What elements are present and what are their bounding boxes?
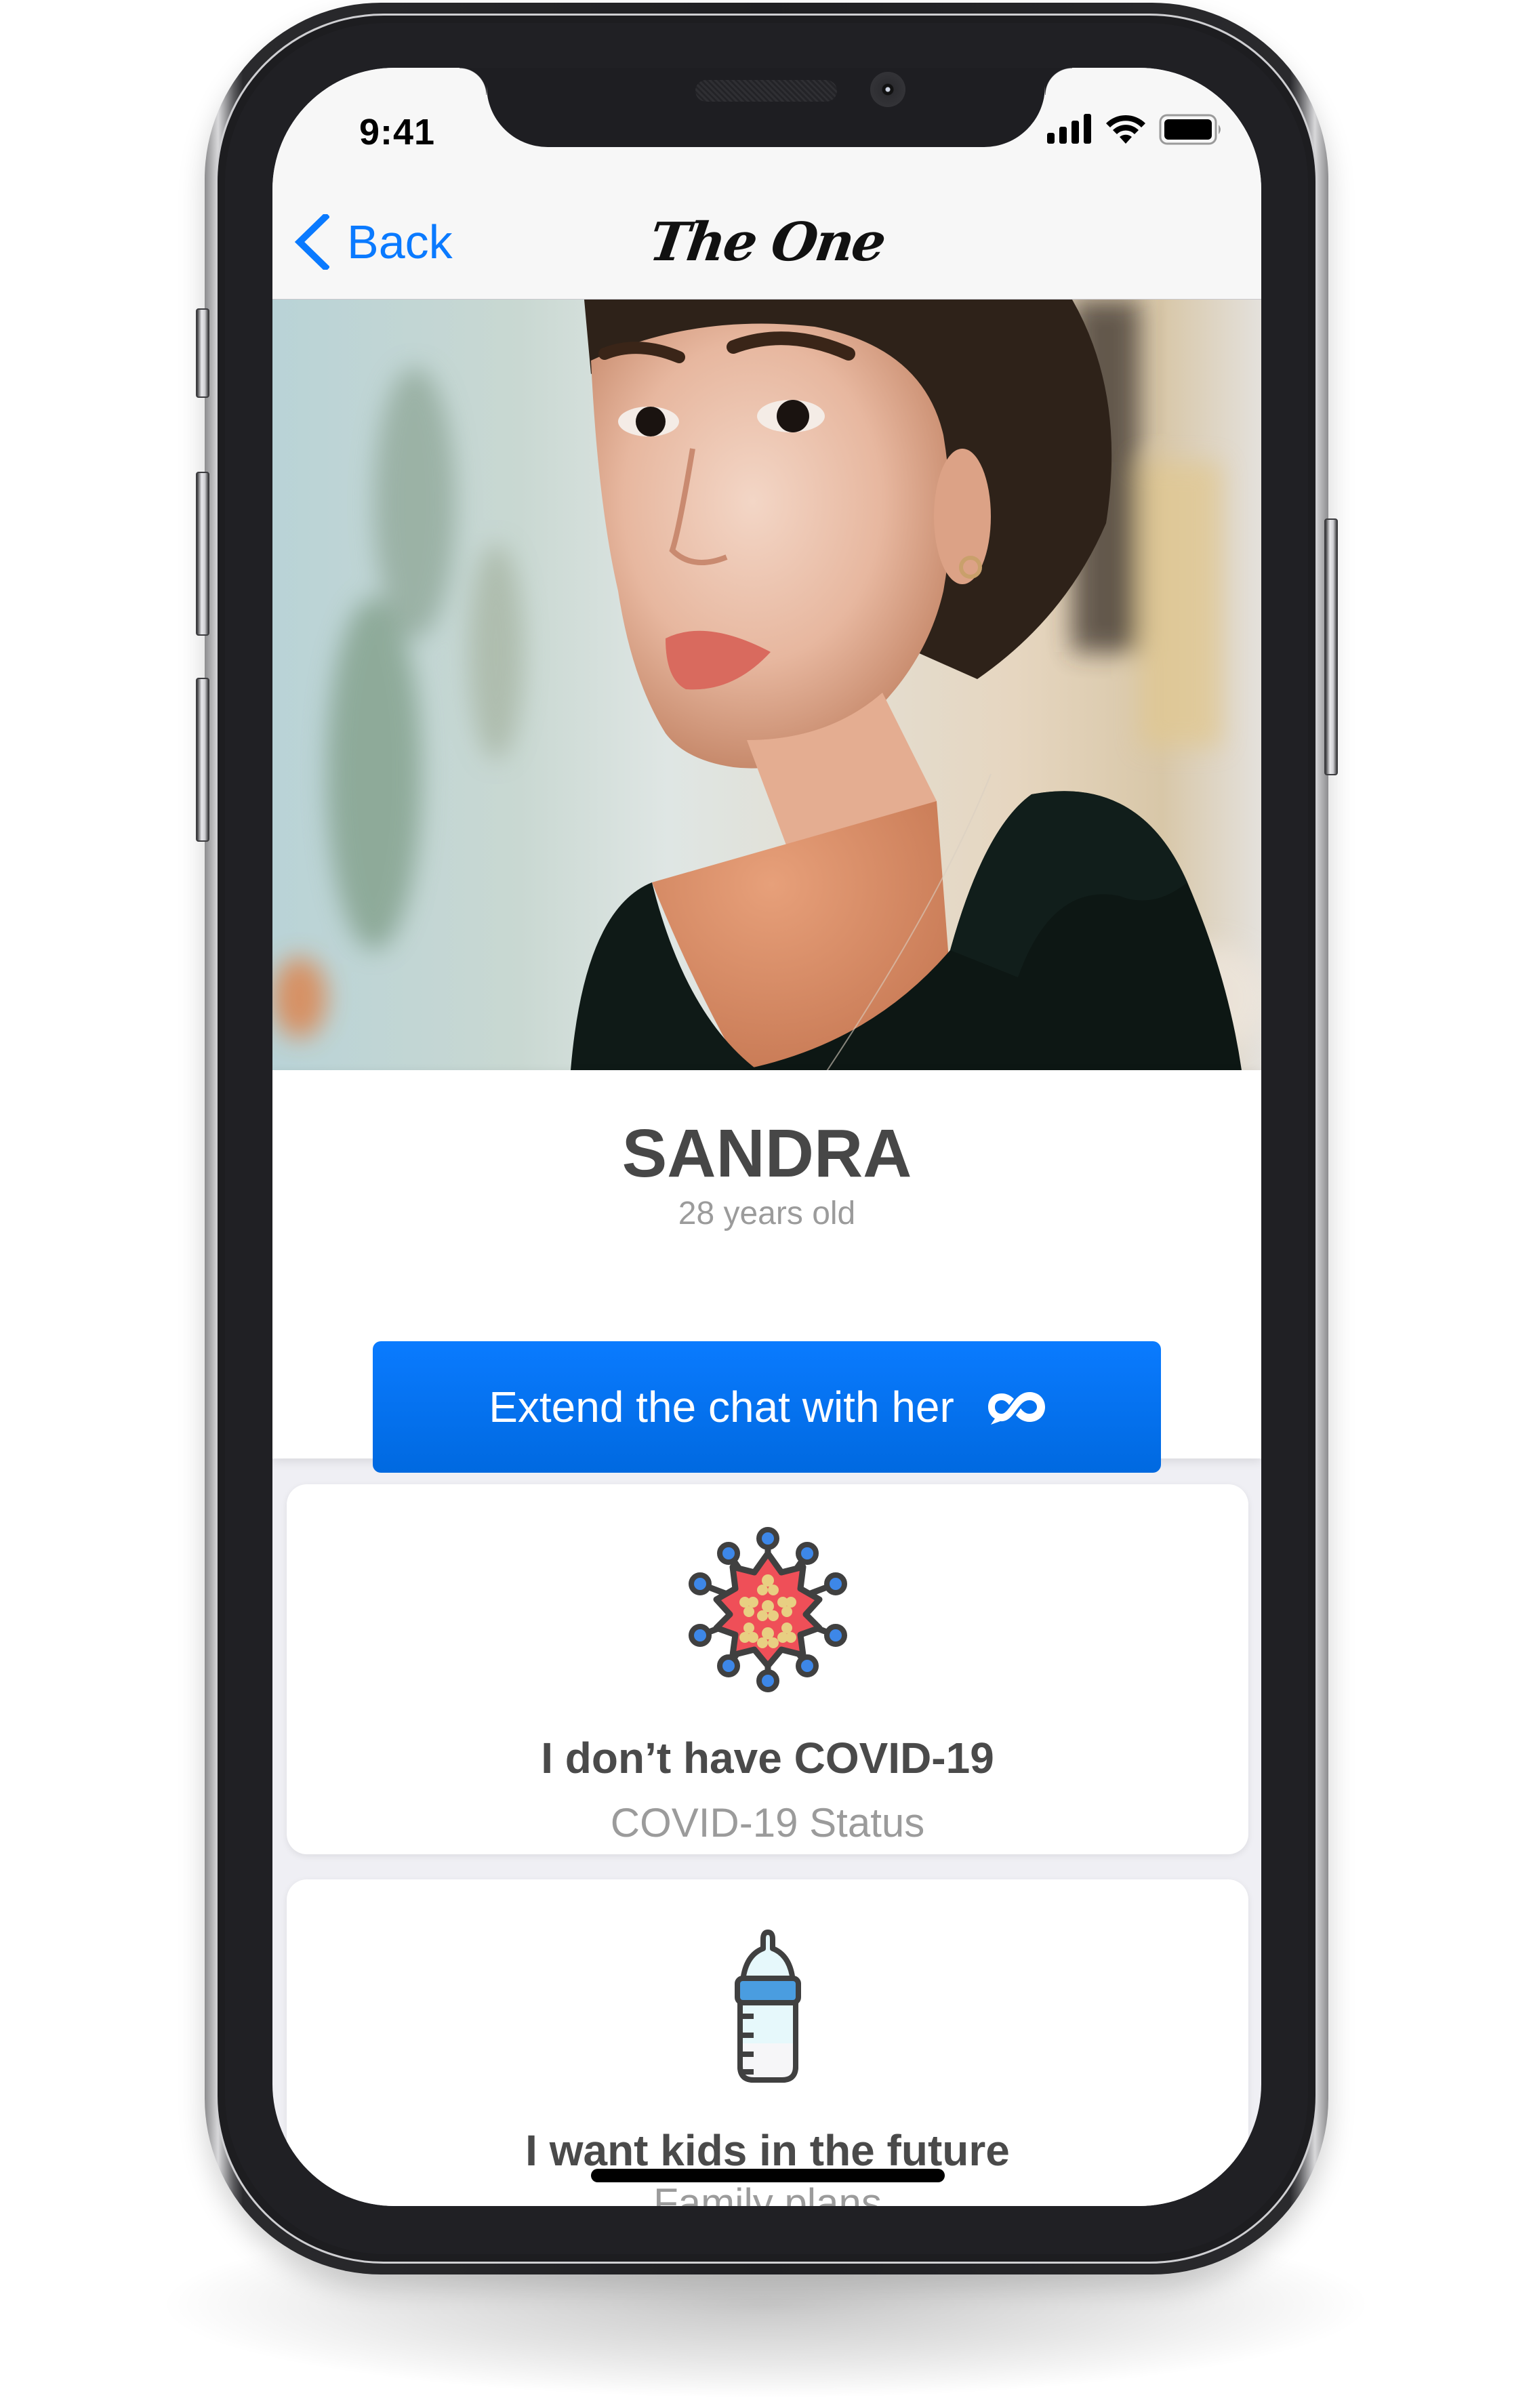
wifi-icon — [1106, 115, 1145, 144]
baby-bottle-icon — [731, 1928, 805, 2084]
card-title: I don’t have COVID-19 — [541, 1734, 994, 1782]
card-subtitle: Family plans — [653, 2180, 882, 2207]
volume-down-button — [196, 678, 209, 842]
extend-chat-label: Extend the chat with her — [489, 1383, 954, 1431]
virus-icon — [687, 1526, 849, 1693]
device-notch — [460, 68, 1072, 147]
profile-photo[interactable] — [272, 300, 1261, 1070]
earpiece-speaker — [695, 80, 837, 102]
card-title: I want kids in the future — [525, 2126, 1010, 2175]
info-card-family-plans[interactable]: I want kids in the future Family plans — [287, 1879, 1248, 2206]
front-camera — [870, 72, 905, 107]
app-logo: The One — [645, 211, 889, 273]
volume-up-button — [196, 472, 209, 636]
infinity-chat-icon — [987, 1392, 1045, 1425]
status-time: 9:41 — [359, 112, 436, 152]
profile-name: SANDRA — [621, 1116, 912, 1191]
app-screen: 9:41 Back The One SANDRA 28 years old Ex… — [272, 68, 1261, 2206]
info-card-covid[interactable]: I don’t have COVID-19 COVID-19 Status — [287, 1484, 1248, 1854]
extend-chat-button[interactable]: Extend the chat with her — [373, 1341, 1161, 1473]
cellular-signal-icon — [1047, 114, 1091, 144]
power-button — [1324, 518, 1338, 775]
profile-photo-image — [272, 300, 1261, 1070]
nav-bar-divider — [272, 299, 1261, 300]
profile-header: SANDRA 28 years old Extend the chat with… — [272, 1070, 1261, 1473]
profile-age: 28 years old — [678, 1196, 856, 1231]
silent-switch — [196, 308, 209, 398]
card-subtitle: COVID-19 Status — [610, 1800, 925, 1845]
home-indicator[interactable] — [591, 2169, 945, 2182]
navigation-bar: Back The One — [272, 169, 1261, 300]
battery-icon — [1159, 114, 1221, 145]
